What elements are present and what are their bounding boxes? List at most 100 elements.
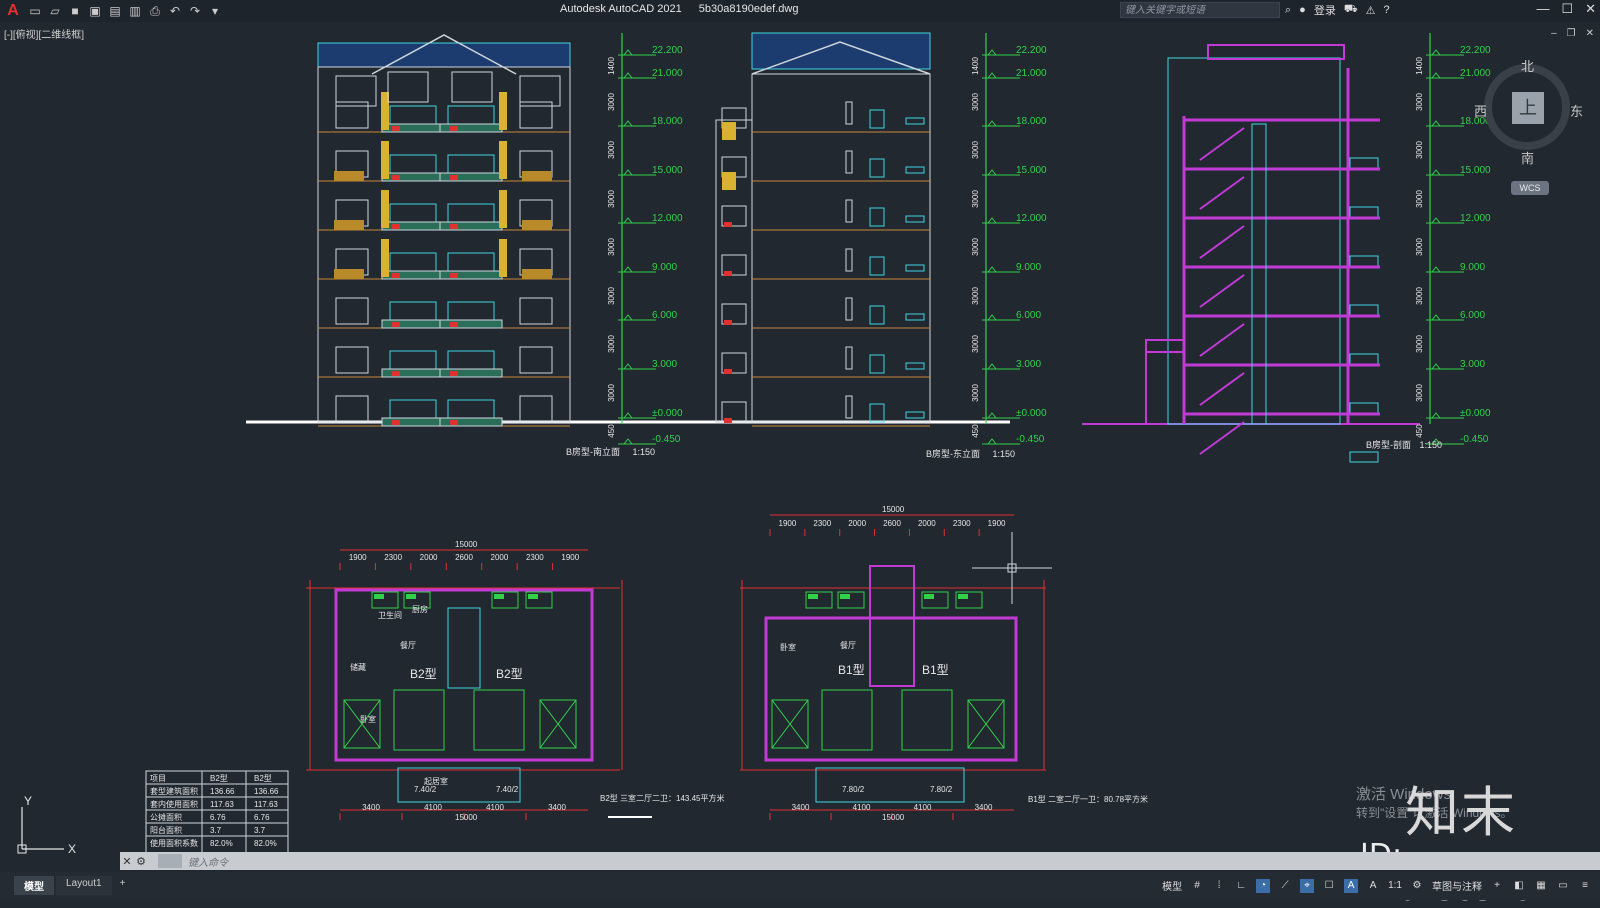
b2-kitchen: 厨房	[412, 604, 428, 614]
floor-plan-b1: 1900 2300 2000 2600 2000 2300 1900 3400 4100 4100…	[740, 505, 1148, 822]
model-space-button[interactable]: 模型	[1162, 878, 1182, 893]
storey-dim: 3000	[971, 335, 980, 353]
table-cell: 82.0%	[210, 839, 233, 848]
command-settings-icon[interactable]: ⚙	[134, 855, 148, 868]
user-icon[interactable]: ●	[1299, 4, 1306, 16]
customize-qat-icon[interactable]: ▾	[208, 4, 222, 18]
annotation-visibility-icon[interactable]: A	[1344, 878, 1359, 893]
elevation-mark: 9.000	[652, 262, 677, 273]
object-snap-icon[interactable]: ⌖	[1300, 878, 1315, 893]
isolate-icon[interactable]: ◧	[1512, 879, 1526, 893]
storey-dim: 3000	[607, 190, 616, 208]
search-icon[interactable]: ⌕	[1285, 4, 1291, 17]
title-bar: A ▭ ▱ ■ ▣ ▤ ▥ ⎙ ↶ ↷ ▾ Autodesk AutoCAD 2…	[0, 0, 1600, 22]
section-title: B房型-剖面 1:150	[1366, 439, 1442, 450]
elevation-mark: 3.000	[1016, 359, 1041, 370]
search-input[interactable]: 键入关键字或短语	[1120, 2, 1280, 18]
elevation-mark: 9.000	[1460, 262, 1485, 273]
view-cube[interactable]: 上 北 南 东 西	[1474, 56, 1583, 166]
lineweight-icon[interactable]: ☐	[1322, 879, 1336, 893]
command-input[interactable]: 键入命令	[188, 854, 228, 869]
plan-dim: 1900	[779, 519, 797, 528]
plan-dim: 2000	[491, 553, 509, 562]
ortho-icon[interactable]: ∟	[1234, 879, 1248, 893]
autocad-logo-icon[interactable]: A	[4, 2, 22, 20]
publish-icon[interactable]: ▤	[108, 4, 122, 18]
new-file-icon[interactable]: ▭	[28, 4, 42, 18]
command-line[interactable]: ✕ ⚙ 键入命令	[120, 852, 1600, 870]
isodraft-icon[interactable]: ⟋	[1278, 879, 1292, 893]
wcs-menu[interactable]: WCS	[1511, 181, 1549, 195]
tab-layout1[interactable]: Layout1	[56, 876, 112, 895]
storey-dim: 3000	[607, 335, 616, 353]
save-icon[interactable]: ■	[68, 4, 82, 18]
b2-terrace-left: 7.40/2	[414, 785, 437, 794]
annotation-scale[interactable]: 1:1	[1388, 880, 1402, 891]
workspace-switch[interactable]: 草图与注释	[1432, 878, 1482, 893]
plan-dim: 3400	[362, 803, 380, 812]
undo-icon[interactable]: ↶	[168, 4, 182, 18]
command-history-icon[interactable]	[158, 854, 182, 868]
elevation-mark: 9.000	[1016, 262, 1041, 273]
help-icon[interactable]: ?	[1384, 4, 1390, 16]
storey-dim: 3000	[971, 238, 980, 256]
compass-south[interactable]: 南	[1521, 148, 1534, 167]
app-name: Autodesk AutoCAD 2021	[560, 3, 682, 15]
elevation-mark: 12.000	[1460, 213, 1491, 224]
plan-dim: 2300	[813, 519, 831, 528]
plan-dim: 2000	[848, 519, 866, 528]
redo-icon[interactable]: ↷	[188, 4, 202, 18]
minimize-icon[interactable]: —	[1536, 1, 1549, 17]
plan-dim: 2300	[526, 553, 544, 562]
workspace-gear-icon[interactable]: ⚙	[1410, 879, 1424, 893]
east-elevation	[715, 32, 931, 427]
grid-icon[interactable]: #	[1190, 879, 1204, 893]
b2-bedroom: 卧室	[360, 714, 376, 724]
compass-north[interactable]: 北	[1521, 56, 1534, 75]
table-cell: 套内使用面积	[150, 799, 198, 809]
close-icon[interactable]: ✕	[1585, 1, 1596, 17]
autoscale-icon[interactable]: A	[1366, 879, 1380, 893]
add-layout-button[interactable]: +	[114, 876, 132, 895]
clean-screen-icon[interactable]: ▭	[1556, 879, 1570, 893]
status-tools: 模型 # ⁞ ∟ ◔ ⟋ ⌖ ☐ A A 1:1 ⚙ 草图与注释 + ◧ ▦ ▭…	[1162, 878, 1592, 893]
open-folder-icon[interactable]: ▱	[48, 4, 62, 18]
plot-icon[interactable]: ▥	[128, 4, 142, 18]
elevation-mark: 12.000	[1016, 213, 1047, 224]
autodesk-app-icon[interactable]: ⚠	[1366, 4, 1376, 17]
drawing-canvas[interactable]: 22.200 21.000 18.000 15.000 12.000 9.000 6.000…	[0, 22, 1600, 852]
table-cell: 公摊面积	[150, 812, 182, 822]
table-cell: 117.63	[210, 800, 234, 809]
maximize-icon[interactable]: ☐	[1561, 1, 1573, 17]
customize-menu-icon[interactable]: ≡	[1578, 879, 1592, 893]
file-name: 5b30a8190edef.dwg	[698, 3, 799, 15]
elevation-mark: 22.200	[652, 45, 683, 56]
login-button[interactable]: 登录	[1314, 2, 1336, 18]
elevation-mark: -0.450	[652, 434, 681, 445]
b2-total-top: 15000	[455, 540, 478, 549]
snap-icon[interactable]: ⁞	[1212, 879, 1226, 893]
hardware-accel-icon[interactable]: ▦	[1534, 879, 1548, 893]
plan-dim: 4100	[853, 803, 871, 812]
window-title: Autodesk AutoCAD 2021 5b30a8190edef.dwg	[560, 3, 812, 15]
view-cube-top-face[interactable]: 上	[1512, 92, 1544, 124]
polar-icon[interactable]: ◔	[1256, 878, 1271, 893]
save-as-icon[interactable]: ▣	[88, 4, 102, 18]
tab-model[interactable]: 模型	[14, 876, 54, 895]
compass-east[interactable]: 东	[1570, 101, 1583, 120]
b2-dining: 餐厅	[400, 641, 416, 650]
b2-type-right: B2型	[496, 667, 523, 681]
table-cell: 136.66	[210, 787, 235, 796]
b1-terrace-right: 7.80/2	[930, 785, 953, 794]
storey-dim: 3000	[607, 384, 616, 402]
south-elevation-title: B房型-南立面 1:150	[566, 446, 655, 457]
compass-west[interactable]: 西	[1474, 101, 1487, 120]
b1-total-top: 15000	[882, 505, 905, 514]
storey-dim: 450	[607, 424, 616, 438]
cart-icon[interactable]: ⛟	[1344, 3, 1358, 17]
print-icon[interactable]: ⎙	[148, 4, 162, 18]
command-close-icon[interactable]: ✕	[120, 855, 134, 868]
storey-dim: 3000	[1415, 335, 1424, 353]
storey-dim: 3000	[971, 93, 980, 111]
add-icon[interactable]: +	[1490, 879, 1504, 893]
